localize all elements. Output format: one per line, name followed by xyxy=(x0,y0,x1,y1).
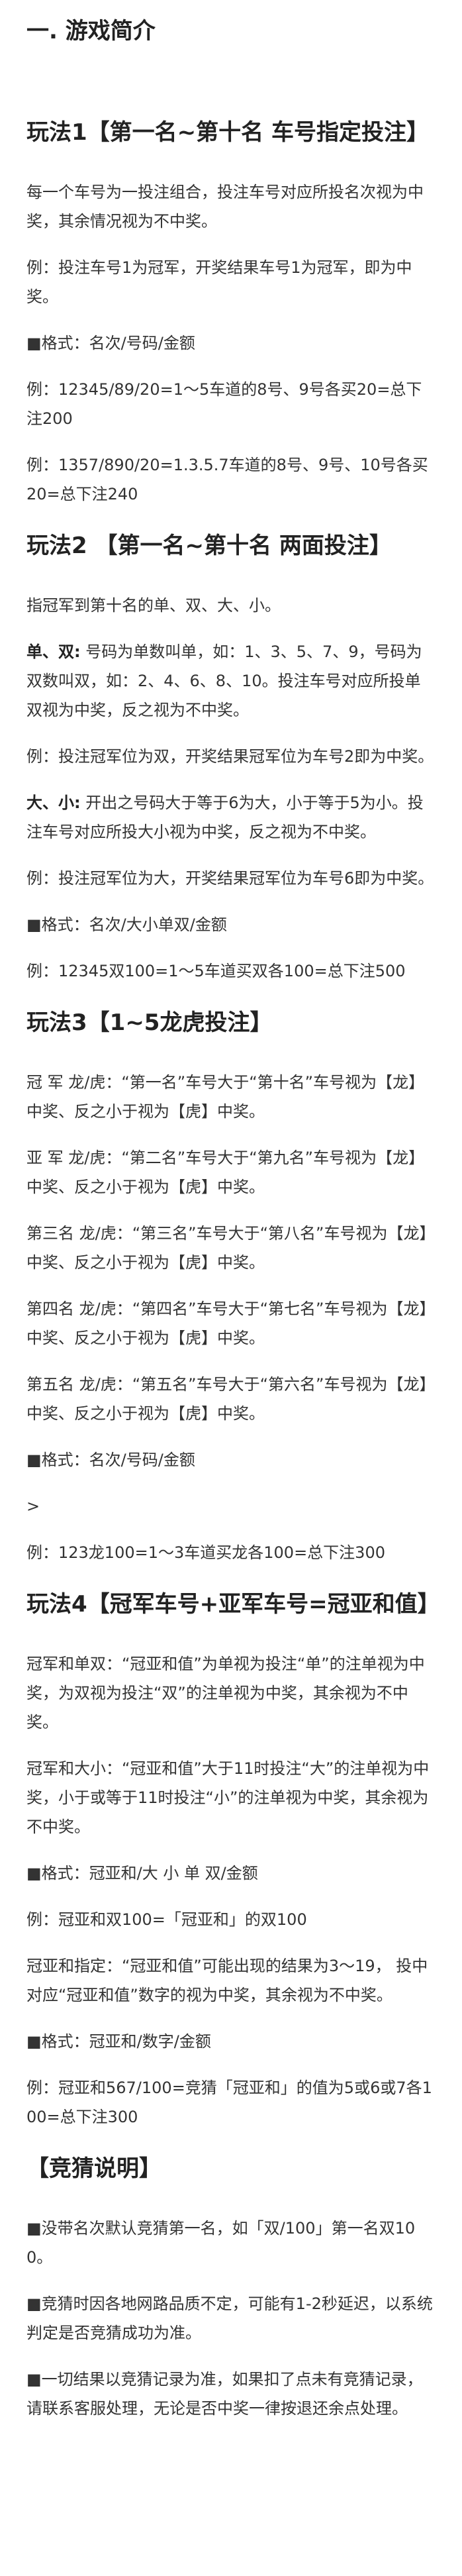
rule-section: 【竞猜说明】 ■没带名次默认竞猜第一名，如「双/100」第一名双100。 ■竞猜时因… xyxy=(26,2154,434,2423)
rules-content: 玩法1【第一名~第十名 车号指定投注】每一个车号为一投注组合，投注车号对应所投名… xyxy=(26,118,440,2423)
rule-paragraph: > xyxy=(26,1492,434,1521)
rule-paragraph: 亚 军 龙/虎：“第二名”车号大于“第九名”车号视为【龙】中奖、反之小于视为【虎… xyxy=(26,1143,434,1202)
rule-paragraph: 例：冠亚和双100=「冠亚和」的双100 xyxy=(26,1905,434,1934)
section-title: 玩法2 【第一名~第十名 两面投注】 xyxy=(26,533,392,559)
rule-text: 第四名 龙/虎：“第四名”车号大于“第七名”车号视为【龙】中奖、反之小于视为【虎… xyxy=(26,1300,428,1347)
rule-paragraph: 例：12345/89/20=1～5车道的8号、9号各买20=总下注200 xyxy=(26,375,434,433)
rule-text: ■竞猜时因各地网路品质不定，可能有1-2秒延迟，以系统判定是否竞猜成功为准。 xyxy=(26,2294,433,2342)
rule-paragraph: 冠军和大小：“冠亚和值”大于11时投注“大”的注单视为中奖，小于或等于11时投注… xyxy=(26,1754,434,1841)
rule-paragraph: 第三名 龙/虎：“第三名”车号大于“第八名”车号视为【龙】中奖、反之小于视为【虎… xyxy=(26,1219,434,1277)
rule-text: 第五名 龙/虎：“第五名”车号大于“第六名”车号视为【龙】中奖、反之小于视为【虎… xyxy=(26,1375,428,1423)
rule-section: 玩法1【第一名~第十名 车号指定投注】每一个车号为一投注组合，投注车号对应所投名… xyxy=(26,118,434,509)
rule-paragraph: 例：1357/890/20=1.3.5.7车道的8号、9号、10号各买20=总下… xyxy=(26,450,434,509)
rule-paragraph: 例：投注冠军位为双，开奖结果冠军位为车号2即为中奖。 xyxy=(26,742,434,771)
document-page: 一. 游戏简介 玩法1【第一名~第十名 车号指定投注】每一个车号为一投注组合，投… xyxy=(0,0,462,2423)
rule-text: 例：冠亚和567/100=竞猜「冠亚和」的值为5或6或7各100=总下注300 xyxy=(26,2079,432,2126)
rule-paragraph: 例：123龙100=1～3车道买龙各100=总下注300 xyxy=(26,1538,434,1567)
rule-paragraph: 例：冠亚和567/100=竞猜「冠亚和」的值为5或6或7各100=总下注300 xyxy=(26,2073,434,2132)
rule-paragraph: ■格式：名次/大小单双/金额 xyxy=(26,910,434,939)
rule-text: ■格式：名次/号码/金额 xyxy=(26,1451,195,1469)
rule-text: ■格式：冠亚和/大 小 单 双/金额 xyxy=(26,1864,258,1882)
rule-paragraph: 例：12345双100=1～5车道买双各100=总下注500 xyxy=(26,956,434,986)
rule-paragraph: ■格式：冠亚和/数字/金额 xyxy=(26,2027,434,2056)
rule-text: ■格式：名次/大小单双/金额 xyxy=(26,915,227,934)
rule-paragraph: ■一切结果以竞猜记录为准，如果扣了点未有竞猜记录，请联系客服处理，无论是否中奖一… xyxy=(26,2365,434,2423)
rule-term: 单、双: xyxy=(26,643,81,661)
rule-text: 例：投注冠军位为大，开奖结果冠军位为车号6即为中奖。 xyxy=(26,869,434,888)
rule-text: 例：12345/89/20=1～5车道的8号、9号各买20=总下注200 xyxy=(26,380,422,428)
rule-text: 例：1357/890/20=1.3.5.7车道的8号、9号、10号各买20=总下… xyxy=(26,456,428,503)
section-title: 玩法3【1~5龙虎投注】 xyxy=(26,1009,273,1036)
rule-text: ■格式：冠亚和/数字/金额 xyxy=(26,2032,211,2051)
rule-text: ■格式：名次/号码/金额 xyxy=(26,334,195,352)
rule-paragraph: 单、双: 号码为单数叫单，如：1、3、5、7、9，号码为双数叫双，如：2、4、6… xyxy=(26,637,434,725)
section-title: 玩法4【冠军车号+亚军车号=冠亚和值】 xyxy=(26,1591,440,1618)
rule-text: 冠亚和指定：“冠亚和值”可能出现的结果为3～19， 投中对应“冠亚和值”数字的视… xyxy=(26,1957,428,2004)
rule-paragraph: 冠 军 龙/虎：“第一名”车号大于“第十名”车号视为【龙】中奖、反之小于视为【虎… xyxy=(26,1068,434,1126)
rule-paragraph: 指冠军到第十名的单、双、大、小。 xyxy=(26,591,434,620)
page-title: 一. 游戏简介 xyxy=(26,18,156,44)
rule-text: ■一切结果以竞猜记录为准，如果扣了点未有竞猜记录，请联系客服处理，无论是否中奖一… xyxy=(26,2370,423,2418)
rule-text: ■没带名次默认竞猜第一名，如「双/100」第一名双100。 xyxy=(26,2219,416,2267)
rule-paragraph: ■格式：冠亚和/大 小 单 双/金额 xyxy=(26,1859,434,1888)
rule-paragraph: 第五名 龙/虎：“第五名”车号大于“第六名”车号视为【龙】中奖、反之小于视为【虎… xyxy=(26,1370,434,1428)
rule-text: > xyxy=(26,1497,40,1516)
rule-paragraph: 大、小: 开出之号码大于等于6为大，小于等于5为小。投注车号对应所投大小视为中奖… xyxy=(26,788,434,847)
rule-text: 例：投注冠军位为双，开奖结果冠军位为车号2即为中奖。 xyxy=(26,747,434,766)
rule-text: 开出之号码大于等于6为大，小于等于5为小。投注车号对应所投大小视为中奖，反之视为… xyxy=(26,794,424,841)
rule-text: 号码为单数叫单，如：1、3、5、7、9，号码为双数叫双，如：2、4、6、8、10… xyxy=(26,643,422,719)
rule-section: 玩法4【冠军车号+亚军车号=冠亚和值】冠军和单双：“冠亚和值”为单视为投注“单”… xyxy=(26,1590,440,2132)
rule-text: 例：123龙100=1～3车道买龙各100=总下注300 xyxy=(26,1543,385,1562)
rule-paragraph: 第四名 龙/虎：“第四名”车号大于“第七名”车号视为【龙】中奖、反之小于视为【虎… xyxy=(26,1294,434,1353)
rule-paragraph: 例：投注冠军位为大，开奖结果冠军位为车号6即为中奖。 xyxy=(26,864,434,893)
rule-paragraph: ■竞猜时因各地网路品质不定，可能有1-2秒延迟，以系统判定是否竞猜成功为准。 xyxy=(26,2289,434,2347)
rule-text: 例：12345双100=1～5车道买双各100=总下注500 xyxy=(26,962,406,980)
rule-paragraph: 冠亚和指定：“冠亚和值”可能出现的结果为3～19， 投中对应“冠亚和值”数字的视… xyxy=(26,1951,434,2010)
rule-text: 亚 军 龙/虎：“第二名”车号大于“第九名”车号视为【龙】中奖、反之小于视为【虎… xyxy=(26,1149,425,1196)
rule-paragraph: 例：投注车号1为冠军，开奖结果车号1为冠军，即为中奖。 xyxy=(26,253,434,311)
rule-text: 每一个车号为一投注组合，投注车号对应所投名次视为中奖，其余情况视为不中奖。 xyxy=(26,183,424,231)
rule-paragraph: ■格式：名次/号码/金额 xyxy=(26,1445,434,1474)
section-title: 【竞猜说明】 xyxy=(26,2155,162,2182)
rule-term: 大、小: xyxy=(26,794,81,812)
rule-paragraph: ■格式：名次/号码/金额 xyxy=(26,329,434,358)
rule-paragraph: 每一个车号为一投注组合，投注车号对应所投名次视为中奖，其余情况视为不中奖。 xyxy=(26,178,434,236)
rule-section: 玩法2 【第一名~第十名 两面投注】 指冠军到第十名的单、双、大、小。 单、双: 号… xyxy=(26,531,434,986)
rule-text: 指冠军到第十名的单、双、大、小。 xyxy=(26,596,281,615)
rule-text: 第三名 龙/虎：“第三名”车号大于“第八名”车号视为【龙】中奖、反之小于视为【虎… xyxy=(26,1224,428,1272)
rule-text: 冠军和单双：“冠亚和值”为单视为投注“单”的注单视为中奖，为双视为投注“双”的注… xyxy=(26,1655,425,1731)
rule-paragraph: 冠军和单双：“冠亚和值”为单视为投注“单”的注单视为中奖，为双视为投注“双”的注… xyxy=(26,1649,434,1737)
rule-text: 冠军和大小：“冠亚和值”大于11时投注“大”的注单视为中奖，小于或等于11时投注… xyxy=(26,1759,430,1836)
rule-text: 冠 军 龙/虎：“第一名”车号大于“第十名”车号视为【龙】中奖、反之小于视为【虎… xyxy=(26,1073,425,1121)
rule-text: 例：投注车号1为冠军，开奖结果车号1为冠军，即为中奖。 xyxy=(26,258,412,306)
section-title: 玩法1【第一名~第十名 车号指定投注】 xyxy=(26,119,429,146)
rule-section: 玩法3【1~5龙虎投注】冠 军 龙/虎：“第一名”车号大于“第十名”车号视为【龙… xyxy=(26,1008,434,1567)
rule-paragraph: ■没带名次默认竞猜第一名，如「双/100」第一名双100。 xyxy=(26,2214,434,2272)
rule-text: 例：冠亚和双100=「冠亚和」的双100 xyxy=(26,1910,307,1929)
